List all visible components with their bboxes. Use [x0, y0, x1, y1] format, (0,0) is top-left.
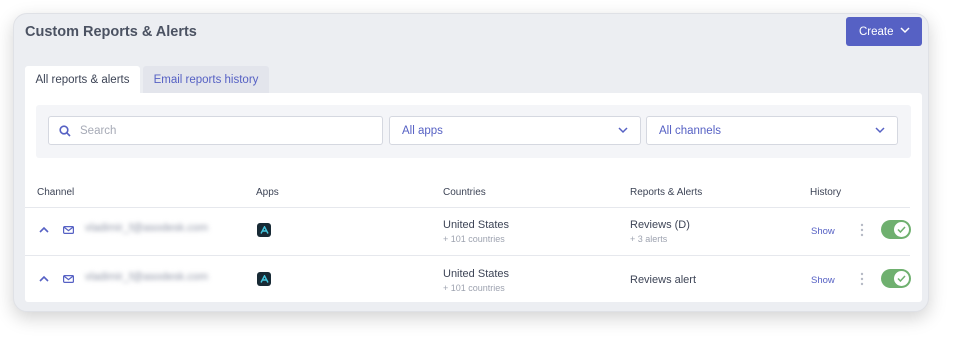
- page-title: Custom Reports & Alerts: [25, 24, 197, 40]
- countries-more: + 101 countries: [443, 234, 505, 244]
- countries-more: + 101 countries: [443, 283, 505, 293]
- column-header-countries: Countries: [443, 187, 486, 198]
- alerts-more: + 3 alerts: [630, 234, 668, 244]
- enabled-toggle[interactable]: [881, 220, 911, 239]
- channel-email: vladimir_f@asodesk.com: [85, 222, 209, 234]
- toggle-knob: [894, 222, 909, 237]
- column-header-reports: Reports & Alerts: [630, 187, 703, 198]
- report-name: Reviews alert: [630, 274, 697, 286]
- report-name: Reviews (D): [630, 219, 690, 231]
- channel-email: vladimir_f@asodesk.com: [85, 271, 209, 283]
- chevron-down-icon: [900, 27, 910, 34]
- more-options-icon[interactable]: [860, 223, 864, 237]
- check-icon: [897, 226, 906, 233]
- column-header-channel: Channel: [37, 187, 75, 198]
- enabled-toggle[interactable]: [881, 269, 911, 288]
- chevron-down-icon: [618, 127, 628, 134]
- history-show-link[interactable]: Show: [811, 226, 835, 237]
- search-placeholder: Search: [80, 124, 117, 137]
- create-button-label: Create: [859, 25, 894, 38]
- country-name: United States: [443, 219, 510, 231]
- chevron-up-icon[interactable]: [39, 275, 49, 282]
- more-options-icon[interactable]: [860, 272, 864, 286]
- mail-icon: [63, 226, 74, 234]
- channels-select-value: All channels: [659, 124, 722, 137]
- check-icon: [897, 275, 906, 282]
- apps-select-value: All apps: [402, 124, 443, 137]
- create-button[interactable]: Create: [846, 17, 922, 46]
- table-row: vladimir_f@asodesk.com United States + 1…: [25, 207, 922, 255]
- filter-bar: Search All apps All channels: [36, 105, 911, 158]
- column-header-apps: Apps: [256, 187, 279, 198]
- chevron-down-icon: [875, 127, 885, 134]
- tab-email-history[interactable]: Email reports history: [143, 66, 269, 93]
- table-row: vladimir_f@asodesk.com United States + 1…: [25, 256, 922, 304]
- tab-all-reports[interactable]: All reports & alerts: [25, 66, 140, 93]
- history-show-link[interactable]: Show: [811, 275, 835, 286]
- app-logo-icon: [257, 223, 271, 237]
- chevron-up-icon[interactable]: [39, 226, 49, 233]
- search-icon: [59, 124, 71, 137]
- country-name: United States: [443, 268, 510, 280]
- mail-icon: [63, 275, 74, 283]
- channels-select[interactable]: All channels: [646, 116, 898, 145]
- reports-card: Custom Reports & Alerts Create All repor…: [13, 13, 929, 312]
- column-header-history: History: [810, 187, 842, 198]
- app-logo-icon: [257, 272, 271, 286]
- toggle-knob: [894, 271, 909, 286]
- reports-panel: Search All apps All channels Channel App…: [25, 93, 922, 302]
- search-input[interactable]: Search: [48, 116, 383, 145]
- apps-select[interactable]: All apps: [389, 116, 641, 145]
